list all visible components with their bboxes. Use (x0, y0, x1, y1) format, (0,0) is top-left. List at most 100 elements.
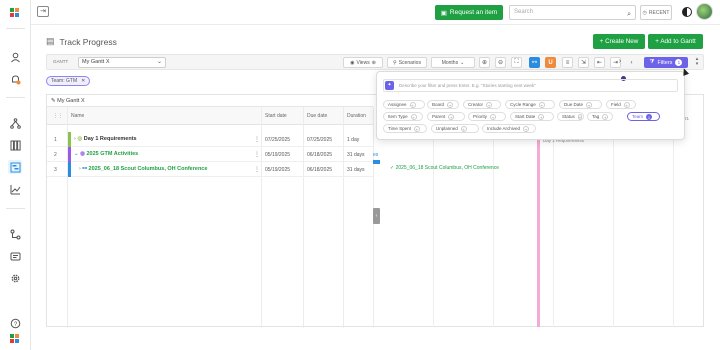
gantt-icon[interactable] (8, 160, 22, 174)
filter-chip-field[interactable]: Field + (606, 100, 636, 109)
expand-icon[interactable]: › (79, 166, 81, 172)
search-placeholder: Search (514, 9, 534, 15)
zoom-out-icon[interactable]: ⊖ (495, 57, 506, 68)
chevron-down-icon: ⌄ (460, 59, 465, 66)
fit-icon[interactable]: ⛶ (511, 57, 522, 68)
add-to-gantt-button[interactable]: + Add to Gantt (648, 34, 703, 49)
filters-button[interactable]: ⧩ Filters 1 (644, 57, 688, 68)
filter-chip-parent[interactable]: Parent + (427, 112, 465, 121)
left-sidebar: ? (0, 0, 31, 350)
scale-select[interactable]: Months ⌄ (431, 57, 475, 68)
row-duration[interactable]: 31 days (347, 152, 365, 158)
link-icon[interactable]: ⚯ (529, 57, 540, 68)
filter-chip-unplanned[interactable]: Unplanned + (431, 124, 479, 133)
chevron-right-icon[interactable]: › (614, 56, 626, 67)
user-icon[interactable] (8, 50, 22, 64)
columns-icon[interactable] (8, 138, 22, 152)
chart-icon[interactable] (8, 182, 22, 196)
hierarchy-icon[interactable] (8, 116, 22, 130)
export-icon[interactable]: ⇲ (578, 57, 589, 68)
filter-chip-assignee[interactable]: Assignee + (383, 100, 425, 109)
filter-chip-creator[interactable]: Creator + (463, 100, 501, 109)
views-button[interactable]: ◉ Views ⊕ (343, 57, 383, 68)
filter-chip-board[interactable]: Board + (427, 100, 459, 109)
pencil-icon[interactable]: ✎ (51, 98, 56, 104)
row-start-date[interactable]: 05/19/2025 (265, 152, 290, 158)
filter-chip-due-date[interactable]: Due Date + (559, 100, 602, 109)
row-menu-icon[interactable]: ⋮ (254, 166, 260, 173)
expand-icon[interactable]: › (74, 136, 76, 142)
row-color-bar (68, 162, 71, 177)
chevron-left-icon[interactable]: ‹ (626, 57, 637, 68)
row-menu-icon[interactable]: ⋮ (254, 151, 260, 158)
row-name[interactable]: ⌄ ◍ 2025 GTM Activities (74, 151, 138, 157)
logo-icon[interactable] (8, 6, 22, 20)
row-start-date[interactable]: 07/25/2025 (265, 137, 290, 143)
settings-icon[interactable] (8, 271, 22, 285)
close-icon[interactable]: ✕ (81, 78, 85, 84)
scenarios-button[interactable]: ⚲ Scenarios (387, 57, 427, 68)
filter-chip-time-spent[interactable]: Time Spent + (383, 124, 427, 133)
create-new-button[interactable]: + Create New (593, 34, 645, 49)
row-due-date[interactable]: 06/18/2025 (307, 152, 332, 158)
grid-title: ✎ My Gantt X (47, 95, 373, 107)
request-item-label: Request an item (449, 9, 498, 16)
gantt-select[interactable]: My Gantt X ⌄ (78, 57, 166, 68)
ai-filter-input[interactable]: ✦ Describe your filter and press Enter. … (383, 79, 678, 92)
grid-title-text: My Gantt X (57, 98, 85, 104)
chart-cut-label: es (373, 152, 379, 158)
filter-chip-priority[interactable]: Priority + (468, 112, 506, 121)
message-icon[interactable] (8, 249, 22, 263)
avatar[interactable] (696, 3, 713, 20)
sidebar-divider (6, 97, 25, 98)
row-menu-icon[interactable]: ⋮ (254, 136, 260, 143)
row-due-date[interactable]: 07/25/2025 (307, 137, 332, 143)
table-row[interactable]: 2 ⌄ ◍ 2025 GTM Activities ⋮ 05/19/2025 0… (47, 147, 373, 162)
add-icon: + (602, 113, 609, 120)
filter-chip-label: Item Type (388, 114, 408, 119)
filter-chip-label: Due Date (564, 102, 584, 107)
indent-icon[interactable]: ⇤ (594, 57, 605, 68)
chart-task-label[interactable]: ✓ 2025_06_18 Scout Columbus, OH Conferen… (390, 165, 499, 171)
filter-chip-tag[interactable]: Tag + (587, 112, 613, 121)
theme-toggle-icon[interactable] (682, 7, 692, 17)
sidebar-divider (6, 28, 25, 29)
row-due-date[interactable]: 06/18/2025 (307, 167, 332, 173)
filters-label: Filters (657, 59, 673, 66)
row-start-date[interactable]: 05/19/2025 (265, 167, 290, 173)
row-duration[interactable]: 1 day (347, 137, 359, 143)
splitter-handle[interactable]: ‹ (373, 208, 380, 224)
filter-chip-cycle-range[interactable]: Cycle Range + (505, 100, 555, 109)
column-name-header[interactable]: Name (71, 113, 84, 119)
filter-chip-start-date[interactable]: Start Date + (510, 112, 554, 121)
baseline-icon[interactable]: ≡ (562, 57, 573, 68)
chart-gridline (493, 124, 494, 327)
help-icon[interactable]: ? (8, 316, 22, 330)
filter-chip-team[interactable]: Team 1 (627, 112, 660, 121)
magnet-icon[interactable]: U (545, 57, 556, 68)
table-row[interactable]: 1 › ◎ Day 1 Requirements ⋮ 07/25/2025 07… (47, 132, 373, 147)
row-name[interactable]: › ⚯ 2025_06_18 Scout Columbus, OH Confer… (79, 166, 207, 172)
recent-button[interactable]: ◷ RECENT (640, 5, 672, 20)
row-duration[interactable]: 31 days (347, 167, 365, 173)
request-item-button[interactable]: ▣ Request an item (435, 5, 503, 20)
column-start-header[interactable]: Start date (265, 113, 287, 119)
column-duration-header[interactable]: Duration (347, 113, 366, 119)
grid-menu-icon[interactable]: ⋮⋮ (53, 113, 63, 119)
workflow-icon[interactable] (8, 227, 22, 241)
more-options-icon[interactable]: ▴ ▾ (693, 57, 701, 68)
app-logo-icon (8, 332, 22, 346)
filter-chip-include-archived[interactable]: Include Archived + (482, 124, 536, 133)
zoom-in-icon[interactable]: ⊕ (479, 57, 490, 68)
sidebar-toggle-button[interactable]: ⇥ (37, 6, 49, 17)
active-filter-chip[interactable]: Team: GTM ✕ (46, 76, 91, 86)
search-input[interactable]: Search ⌕ (509, 5, 636, 20)
expand-icon[interactable]: ⌄ (74, 151, 79, 157)
filter-chip-item-type[interactable]: Item Type + (383, 112, 423, 121)
bell-icon[interactable] (8, 72, 22, 86)
row-name[interactable]: › ◎ Day 1 Requirements (74, 136, 137, 142)
scenario-icon: ⚲ (393, 59, 397, 66)
table-row[interactable]: 3 › ⚯ 2025_06_18 Scout Columbus, OH Conf… (47, 162, 373, 177)
filter-chip-status[interactable]: Status + (557, 112, 584, 121)
column-due-header[interactable]: Due date (307, 113, 327, 119)
